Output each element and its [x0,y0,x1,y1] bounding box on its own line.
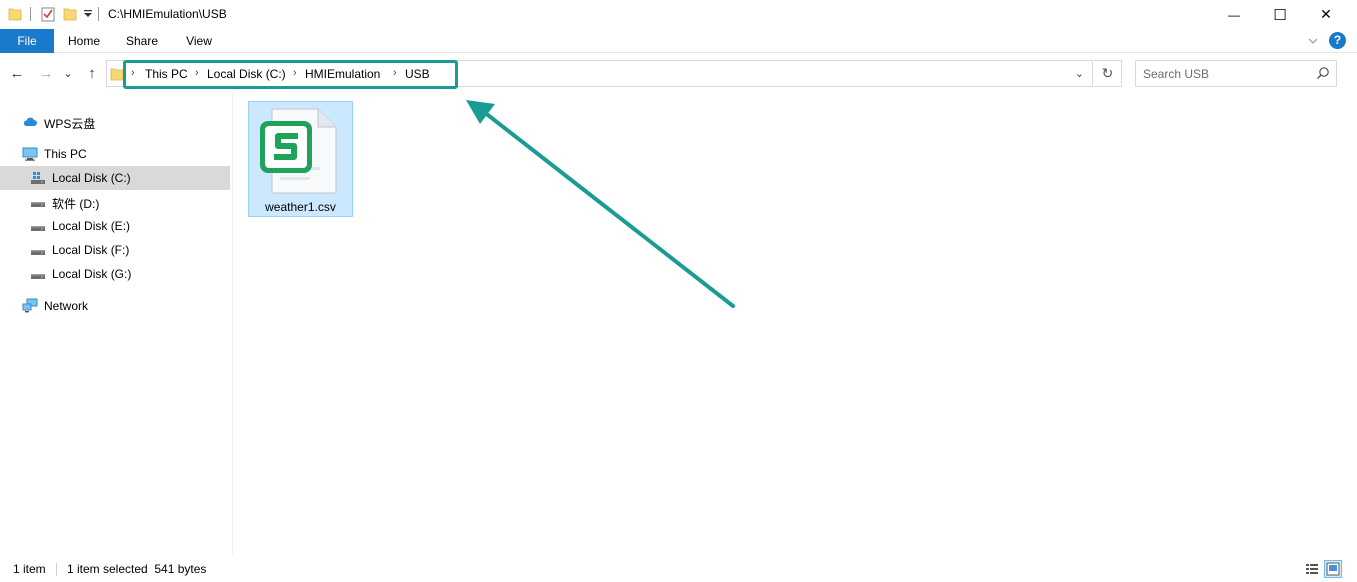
window-title: C:\HMIEmulation\USB [108,7,227,21]
windows-drive-icon [31,172,45,184]
properties-icon[interactable] [40,6,56,22]
sidebar-item-label: Network [44,299,89,313]
sidebar-item-label: Local Disk (E:) [52,219,131,233]
minimize-icon: — [1228,7,1240,22]
folder-icon [110,68,124,81]
sidebar-item-local-disk-c[interactable]: Local Disk (C:) [0,166,230,190]
maximize-button[interactable]: ☐ [1257,0,1303,29]
sidebar-item-local-disk-g[interactable]: Local Disk (G:) [0,262,230,286]
sidebar-item-network[interactable]: Network [0,294,230,318]
sidebar-item-local-disk-e[interactable]: Local Disk (E:) [0,214,230,238]
sidebar-item-label: Local Disk (F:) [52,243,130,257]
file-item[interactable]: weather1.csv [248,101,353,217]
wps-spreadsheet-icon [260,108,337,194]
network-icon [22,298,38,313]
expand-ribbon-icon[interactable] [1307,32,1319,50]
tab-view[interactable]: View [174,29,224,53]
status-divider [56,563,57,576]
drive-icon [31,226,45,231]
customize-toolbar-icon[interactable] [84,10,92,18]
selection-info: 1 item selected 541 bytes [67,562,207,576]
sidebar-item-drive-d[interactable]: 软件 (D:) [0,190,230,214]
search-box[interactable] [1135,60,1337,87]
recent-locations-button[interactable]: ⌄ [61,63,75,83]
address-dropdown-icon[interactable]: ⌄ [1075,67,1084,80]
ribbon-tabs: File Home Share View ? [0,29,1357,53]
title-bar: C:\HMIEmulation\USB — ☐ ✕ [0,0,1357,29]
sidebar-item-label: Local Disk (G:) [52,267,132,281]
folder-icon [8,8,22,21]
search-icon[interactable] [1316,66,1330,80]
pane-divider[interactable] [232,93,233,555]
help-icon[interactable]: ? [1329,32,1346,49]
toolbar-separator [98,7,99,21]
drive-icon [31,202,45,207]
drive-icon [31,274,45,279]
sidebar-item-local-disk-f[interactable]: Local Disk (F:) [0,238,230,262]
maximize-icon: ☐ [1273,6,1287,24]
cloud-icon [23,117,37,126]
tab-home[interactable]: Home [58,29,110,53]
tab-share[interactable]: Share [116,29,168,53]
toolbar-separator [30,7,31,21]
sidebar-item-this-pc[interactable]: This PC [0,142,230,166]
sidebar-item-label: Local Disk (C:) [52,171,131,185]
details-view-icon [1306,564,1318,574]
item-count: 1 item [13,562,46,576]
sidebar-item-label: WPS云盘 [44,117,96,131]
file-name: weather1.csv [265,200,336,214]
close-button[interactable]: ✕ [1303,0,1349,29]
close-icon: ✕ [1320,6,1332,22]
sidebar-item-label: 软件 (D:) [52,197,100,211]
tab-file[interactable]: File [0,29,54,53]
large-icons-view-icon [1326,562,1340,576]
refresh-icon: ↻ [1101,65,1114,81]
refresh-button[interactable]: ↻ [1094,60,1122,87]
navigation-pane: WPS云盘 This PC Local Disk (C:) 软件 (D:) Lo… [0,93,232,557]
details-view-button[interactable] [1303,560,1321,578]
status-bar: 1 item 1 item selected 541 bytes [0,557,1357,582]
drive-icon [31,250,45,255]
up-button[interactable]: ↑ [82,63,102,83]
minimize-button[interactable]: — [1211,0,1257,29]
sidebar-item-label: This PC [44,147,87,161]
computer-icon [22,147,38,161]
file-explorer-window: C:\HMIEmulation\USB — ☐ ✕ File Home Shar… [0,0,1357,582]
back-button[interactable]: ← [7,63,27,83]
new-folder-icon[interactable] [63,6,77,22]
forward-button[interactable]: → [36,63,56,83]
sidebar-item-wps-cloud[interactable]: WPS云盘 [0,110,230,134]
breadcrumb-highlight-box [123,60,458,89]
large-icons-view-button[interactable] [1324,560,1342,578]
search-input[interactable] [1136,61,1311,86]
